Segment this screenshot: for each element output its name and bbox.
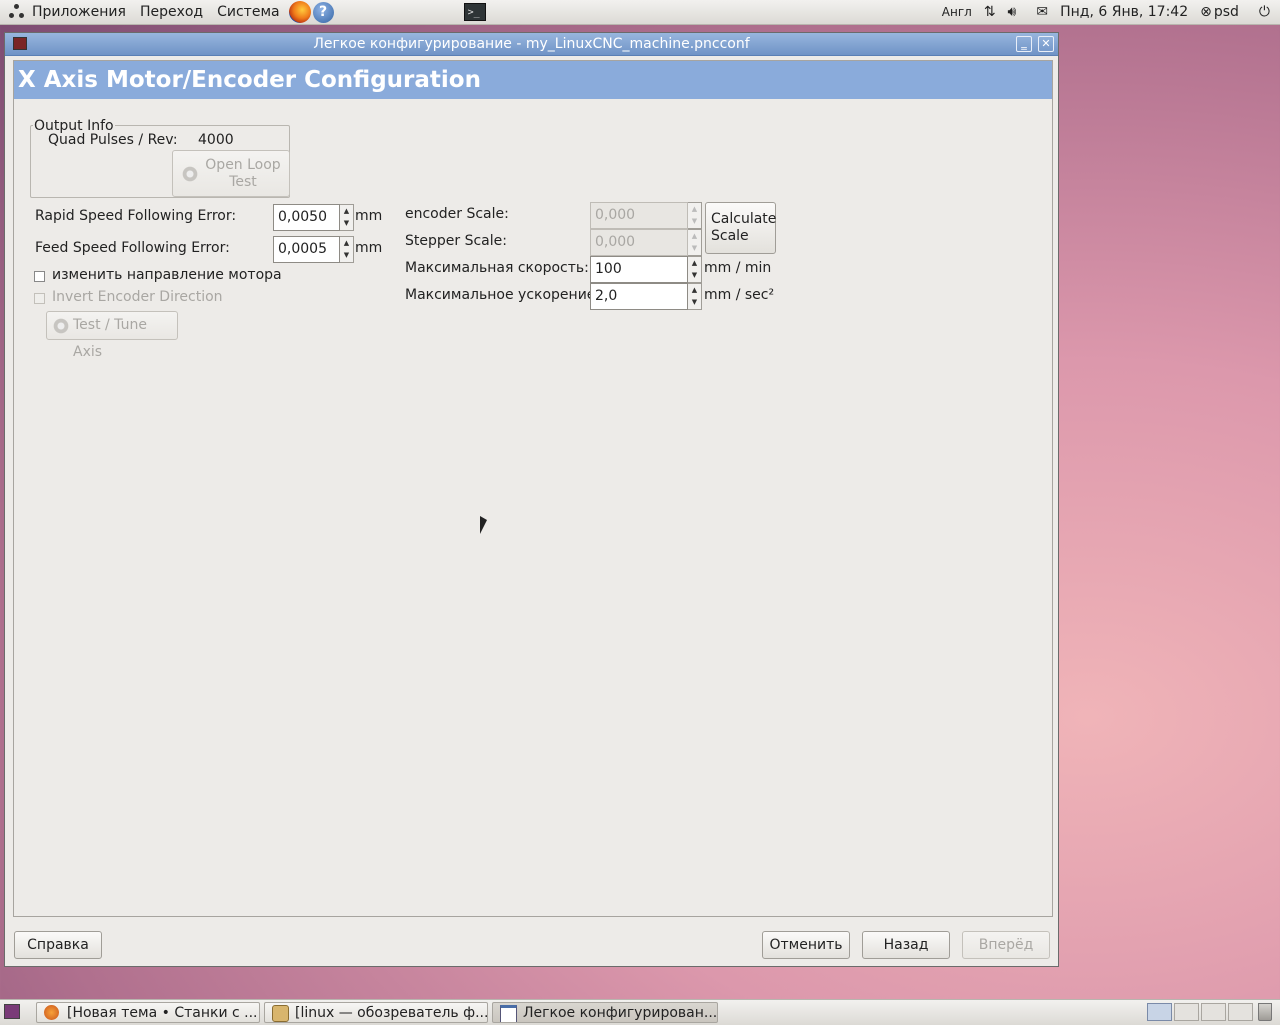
window-icon: [500, 1005, 517, 1022]
feed-error-input[interactable]: 0,0005: [273, 236, 340, 263]
reverse-motor-label[interactable]: изменить направление мотора: [52, 267, 282, 283]
gear-icon: [181, 165, 199, 183]
stepper-scale-input[interactable]: 0,000: [590, 229, 688, 256]
window-title: Легкое конфигурирование - my_LinuxCNC_ma…: [313, 36, 750, 52]
bottom-panel: [Новая тема • Станки с ... [linux — обоз…: [0, 999, 1280, 1025]
network-icon[interactable]: ⇅: [984, 4, 996, 20]
workspace-2[interactable]: [1174, 1003, 1199, 1021]
mouse-pointer-icon: [480, 516, 487, 534]
encoder-scale-spinner[interactable]: 0,000 ▲ ▼: [590, 202, 702, 229]
volume-icon[interactable]: 🔊︎: [1008, 4, 1017, 20]
power-icon[interactable]: ⏻: [1259, 4, 1270, 20]
encoder-scale-arrows[interactable]: ▲ ▼: [688, 202, 702, 229]
max-accel-spinner[interactable]: 2,0 ▲ ▼: [590, 283, 702, 310]
workspace-1[interactable]: [1147, 1003, 1172, 1021]
menu-system[interactable]: Система: [210, 0, 286, 24]
window-titlebar[interactable]: Легкое конфигурирование - my_LinuxCNC_ma…: [5, 33, 1058, 56]
calculate-scale-line1: Calculate: [711, 211, 777, 227]
invert-encoder-checkbox[interactable]: [34, 293, 45, 304]
folder-icon: [272, 1005, 289, 1022]
ubuntu-logo-icon[interactable]: [9, 4, 25, 20]
calculate-scale-button[interactable]: Calculate Scale: [705, 202, 776, 254]
forward-button[interactable]: Вперёд: [962, 931, 1050, 959]
window-menu-icon[interactable]: [13, 37, 27, 50]
task-file-browser[interactable]: [linux — обозреватель ф...: [264, 1002, 488, 1023]
rapid-error-spinner[interactable]: 0,0050 ▲ ▼: [273, 204, 354, 231]
user-status-icon[interactable]: ⊗: [1200, 4, 1212, 20]
task-pncconf-label: Легкое конфигурирован...: [523, 1005, 718, 1021]
stepper-scale-spinner[interactable]: 0,000 ▲ ▼: [590, 229, 702, 256]
test-tune-axis-label: Test / Tune Axis: [73, 317, 147, 360]
firefox-icon[interactable]: [288, 1, 311, 23]
show-desktop-icon[interactable]: [4, 1004, 20, 1019]
max-speed-input[interactable]: 100: [590, 256, 688, 283]
help-icon[interactable]: ?: [312, 1, 334, 23]
max-speed-label: Максимальная скорость:: [405, 260, 589, 276]
rapid-error-unit: mm: [355, 208, 383, 224]
gear-icon: [52, 317, 70, 335]
feed-error-spinner[interactable]: 0,0005 ▲ ▼: [273, 236, 354, 263]
max-accel-unit: mm / sec²: [704, 287, 775, 303]
invert-encoder-label[interactable]: Invert Encoder Direction: [52, 289, 223, 305]
max-speed-spinner[interactable]: 100 ▲ ▼: [590, 256, 702, 283]
workspace-4[interactable]: [1228, 1003, 1253, 1021]
content-frame: X Axis Motor/Encoder Configuration Outpu…: [13, 60, 1053, 917]
task-file-browser-label: [linux — обозреватель ф...: [295, 1005, 488, 1021]
feed-error-label: Feed Speed Following Error:: [35, 240, 230, 256]
minimize-button[interactable]: ‗: [1016, 36, 1032, 52]
page-title: X Axis Motor/Encoder Configuration: [14, 61, 1052, 99]
max-speed-unit: mm / min: [704, 260, 772, 276]
firefox-icon: [44, 1005, 59, 1020]
keyboard-layout-indicator[interactable]: Англ: [942, 5, 972, 19]
feed-error-unit: mm: [355, 240, 383, 256]
system-tray: Англ ⇅ 🔊︎ ✉ Пнд, 6 Янв, 17:42 ⊗ psd ⏻: [936, 0, 1280, 24]
stepper-scale-label: Stepper Scale:: [405, 233, 507, 249]
reverse-motor-checkbox[interactable]: [34, 271, 45, 282]
stepper-scale-arrows[interactable]: ▲ ▼: [688, 229, 702, 256]
feed-error-arrows[interactable]: ▲ ▼: [340, 236, 354, 263]
max-speed-arrows[interactable]: ▲ ▼: [688, 256, 702, 283]
quad-pulses-label: Quad Pulses / Rev:: [48, 132, 178, 148]
task-forum[interactable]: [Новая тема • Станки с ...: [36, 1002, 260, 1023]
max-accel-label: Максимальное ускорение:: [405, 287, 601, 303]
clock[interactable]: Пнд, 6 Янв, 17:42: [1060, 4, 1188, 20]
max-accel-arrows[interactable]: ▲ ▼: [688, 283, 702, 310]
trash-icon[interactable]: [1258, 1003, 1272, 1021]
terminal-icon[interactable]: >_: [463, 3, 486, 21]
test-tune-axis-button[interactable]: Test / Tune Axis: [46, 311, 178, 360]
task-pncconf[interactable]: Легкое конфигурирован...: [492, 1002, 718, 1023]
quad-pulses-value: 4000: [198, 132, 234, 148]
task-forum-label: [Новая тема • Станки с ...: [67, 1005, 258, 1021]
back-button[interactable]: Назад: [862, 931, 950, 959]
help-button[interactable]: Справка: [14, 931, 102, 959]
workspace-3[interactable]: [1201, 1003, 1226, 1021]
calculate-scale-line2: Scale: [711, 228, 749, 244]
encoder-scale-input[interactable]: 0,000: [590, 202, 688, 229]
rapid-error-label: Rapid Speed Following Error:: [35, 208, 237, 224]
rapid-error-arrows[interactable]: ▲ ▼: [340, 204, 354, 231]
pncconf-window: Легкое конфигурирование - my_LinuxCNC_ma…: [4, 32, 1059, 967]
encoder-scale-label: encoder Scale:: [405, 206, 509, 222]
mail-icon[interactable]: ✉: [1036, 4, 1048, 20]
open-loop-test-button[interactable]: Open Loop Test: [172, 150, 290, 197]
max-accel-input[interactable]: 2,0: [590, 283, 688, 310]
top-panel: Приложения Переход Система ? >_ Англ ⇅ 🔊…: [0, 0, 1280, 25]
cancel-button[interactable]: Отменить: [762, 931, 850, 959]
menu-places[interactable]: Переход: [133, 0, 210, 24]
user-name[interactable]: psd: [1214, 4, 1239, 20]
close-button[interactable]: ✕: [1038, 36, 1054, 52]
menu-applications[interactable]: Приложения: [25, 0, 133, 24]
rapid-error-input[interactable]: 0,0050: [273, 204, 340, 231]
